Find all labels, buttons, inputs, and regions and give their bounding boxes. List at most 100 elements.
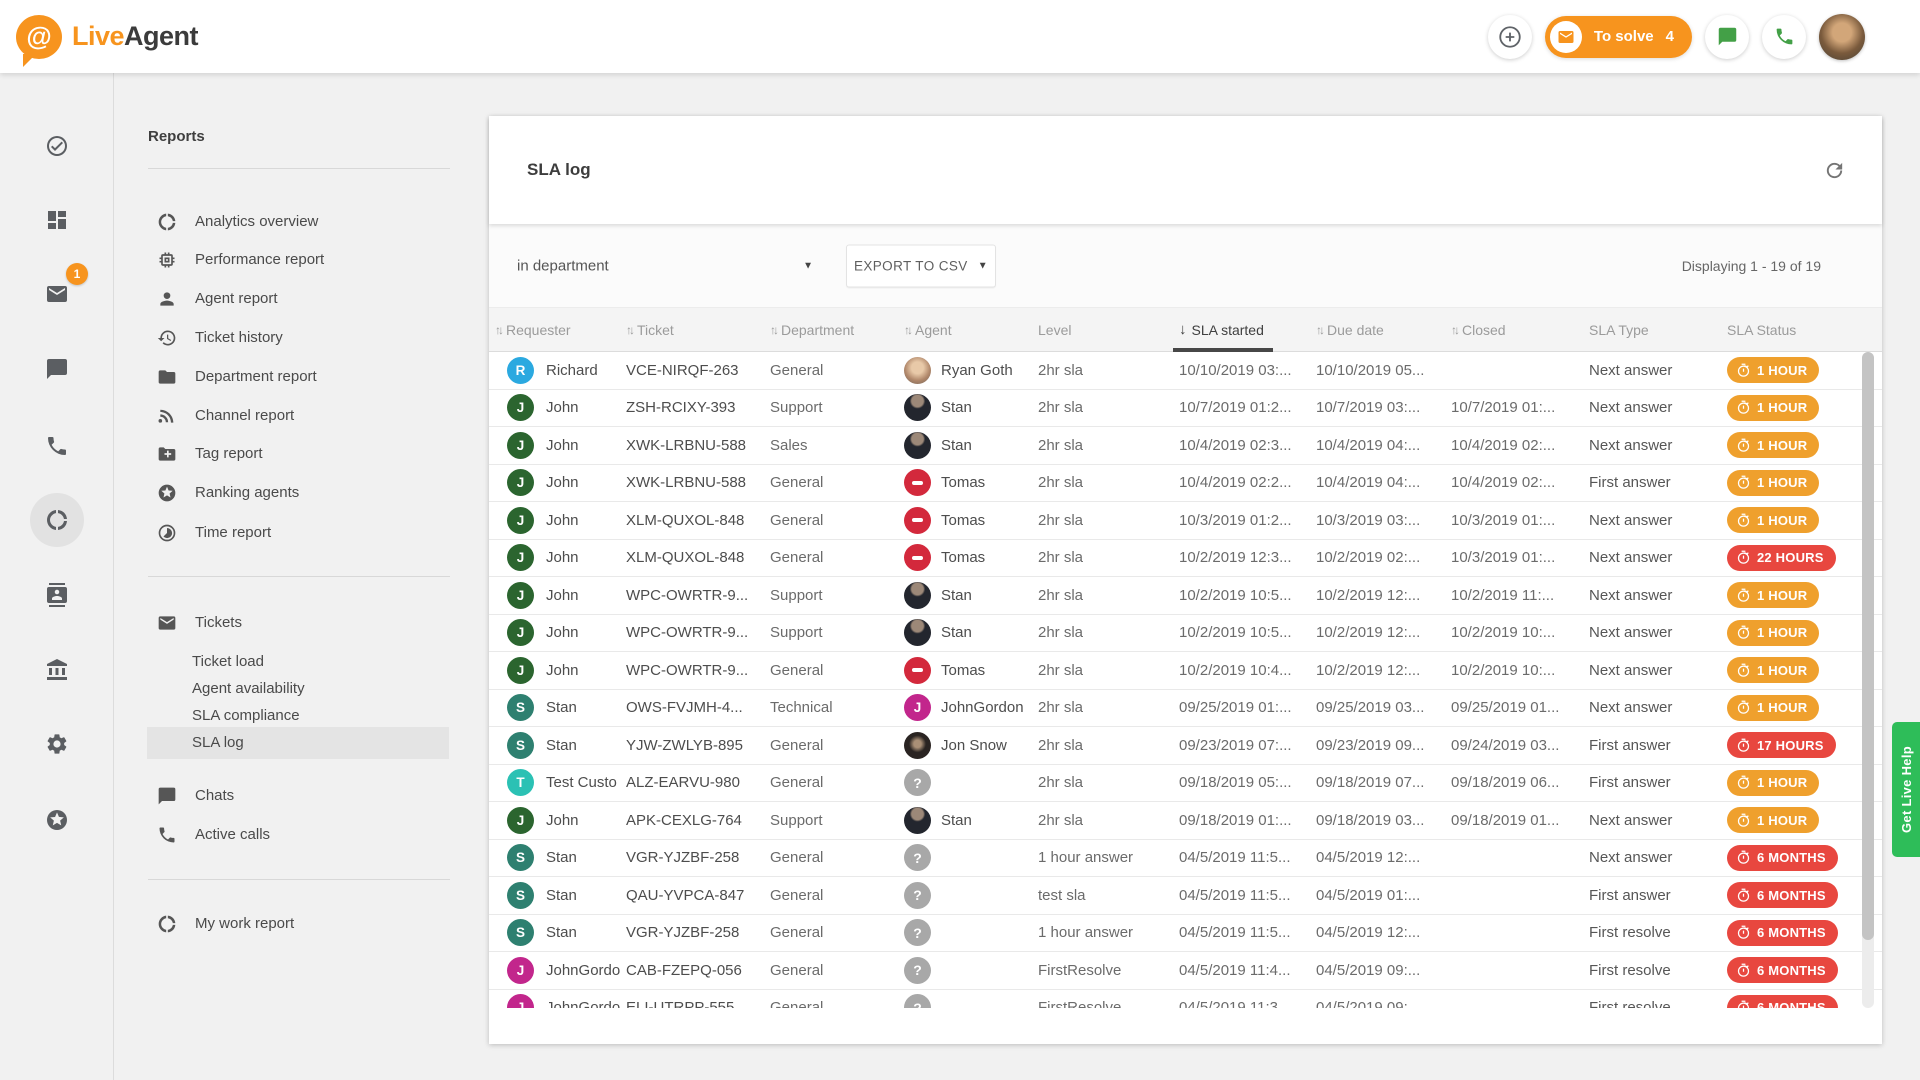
- chats-button[interactable]: [1705, 15, 1749, 59]
- refresh-button[interactable]: [1822, 158, 1846, 182]
- sidebar-item-agent-report[interactable]: Agent report: [114, 287, 489, 311]
- sla-status-badge: 1 HOUR: [1727, 432, 1819, 458]
- table-row[interactable]: JJohnWPC-OWRTR-9...GeneralTomas2hr sla10…: [489, 652, 1882, 690]
- cell-department: General: [770, 849, 904, 866]
- table-row[interactable]: SStanQAU-YVPCA-847General?test sla04/5/2…: [489, 877, 1882, 915]
- sla-status-badge: 1 HOUR: [1727, 620, 1819, 646]
- column-header-requester[interactable]: ↑↓Requester: [489, 308, 626, 351]
- table-row[interactable]: JJohnXLM-QUXOL-848GeneralTomas2hr sla10/…: [489, 502, 1882, 540]
- cell-agent: Ryan Goth: [904, 357, 1038, 384]
- cell-department: Sales: [770, 437, 904, 454]
- table-row[interactable]: JJohnWPC-OWRTR-9...SupportStan2hr sla10/…: [489, 615, 1882, 653]
- stars-icon: [45, 819, 69, 836]
- cell-department: General: [770, 549, 904, 566]
- cell-ticket: WPC-OWRTR-9...: [626, 662, 770, 679]
- table-row[interactable]: JJohnAPK-CEXLG-764SupportStan2hr sla09/1…: [489, 802, 1882, 840]
- sidebar-item-active-calls[interactable]: Active calls: [114, 823, 489, 847]
- sidebar-item-analytics-overview[interactable]: Analytics overview: [114, 210, 489, 234]
- sidebar-item-ticket-history[interactable]: Ticket history: [114, 326, 489, 350]
- table-row[interactable]: SStanVGR-YJZBF-258General?1 hour answer0…: [489, 840, 1882, 878]
- table-row[interactable]: SStanVGR-YJZBF-258General?1 hour answer0…: [489, 915, 1882, 953]
- sidebar-item-channel-report[interactable]: Channel report: [114, 404, 489, 428]
- table-row[interactable]: TTest CustoALZ-EARVU-980General?2hr sla0…: [489, 765, 1882, 803]
- sidebar-subitem-sla-log[interactable]: SLA log: [114, 729, 489, 756]
- sidebar-item-department-report[interactable]: Department report: [114, 365, 489, 389]
- table-row[interactable]: JJohnGordoCAB-FZEPQ-056General?FirstReso…: [489, 952, 1882, 990]
- cell-due-date: 10/2/2019 12:...: [1316, 624, 1451, 641]
- cell-due-date: 04/5/2019 12:...: [1316, 849, 1451, 866]
- cell-agent: Tomas: [904, 469, 1038, 496]
- table-row[interactable]: SStanYJW-ZWLYB-895GeneralJon Snow2hr sla…: [489, 727, 1882, 765]
- rail-item-calls[interactable]: [45, 434, 69, 458]
- sidebar-item-my-work-report[interactable]: My work report: [114, 912, 489, 936]
- agent-avatar: ?: [904, 844, 931, 871]
- cell-sla-started: 10/2/2019 10:4...: [1179, 662, 1316, 679]
- reports-sidebar: Reports Analytics overviewPerformance re…: [114, 73, 489, 1080]
- table-row[interactable]: JJohnWPC-OWRTR-9...SupportStan2hr sla10/…: [489, 577, 1882, 615]
- sidebar-item-time-report[interactable]: Time report: [114, 521, 489, 545]
- table-row[interactable]: JJohnXWK-LRBNU-588SalesStan2hr sla10/4/2…: [489, 427, 1882, 465]
- column-header-due-date[interactable]: ↑↓Due date: [1316, 308, 1451, 351]
- table-row[interactable]: SStanOWS-FVJMH-4...TechnicalJJohnGordon2…: [489, 690, 1882, 728]
- rail-item-tickets[interactable]: [45, 282, 69, 306]
- sidebar-item-performance-report[interactable]: Performance report: [114, 248, 489, 272]
- scrollbar-thumb[interactable]: [1862, 352, 1874, 940]
- rail-item-chats[interactable]: [45, 357, 69, 381]
- requester-avatar: J: [507, 582, 534, 609]
- cell-sla-started: 04/5/2019 11:5...: [1179, 924, 1316, 941]
- cell-closed: 10/4/2019 02:...: [1451, 474, 1589, 491]
- column-header-closed[interactable]: ↑↓Closed: [1451, 308, 1589, 351]
- sidebar-item-tickets[interactable]: Tickets: [114, 611, 489, 635]
- agent-avatar: [904, 582, 931, 609]
- donut-icon: [157, 914, 177, 934]
- rail-item-reports[interactable]: [45, 508, 69, 532]
- column-header-ticket[interactable]: ↑↓Ticket: [626, 308, 770, 351]
- department-filter-select[interactable]: in department ▼: [517, 257, 813, 274]
- column-header-department[interactable]: ↑↓Department: [770, 308, 904, 351]
- sidebar-item-chats[interactable]: Chats: [114, 784, 489, 808]
- sidebar-item-ranking-agents[interactable]: Ranking agents: [114, 481, 489, 505]
- cell-due-date: 10/2/2019 02:...: [1316, 549, 1451, 566]
- calls-button[interactable]: [1762, 15, 1806, 59]
- rail-item-rewards[interactable]: [45, 808, 69, 832]
- sidebar-item-tag-report[interactable]: Tag report: [114, 442, 489, 466]
- cell-sla-type: First resolve: [1589, 999, 1727, 1008]
- cell-ticket: XWK-LRBNU-588: [626, 474, 770, 491]
- sla-status-badge: 6 MONTHS: [1727, 845, 1838, 871]
- table-row[interactable]: RRichardVCE-NIRQF-263GeneralRyan Goth2hr…: [489, 352, 1882, 390]
- column-label: Closed: [1462, 322, 1506, 338]
- cell-sla-status: 1 HOUR: [1727, 620, 1882, 646]
- sidebar-subitem-sla-compliance[interactable]: SLA compliance: [114, 702, 489, 729]
- rail-item-contacts[interactable]: [45, 583, 69, 607]
- requester-name: Test Custo: [546, 774, 617, 791]
- table-row[interactable]: JJohnXLM-QUXOL-848GeneralTomas2hr sla10/…: [489, 540, 1882, 578]
- sidebar-item-label: Time report: [195, 521, 271, 545]
- vertical-scrollbar[interactable]: [1862, 352, 1874, 1008]
- table-row[interactable]: JJohnGordoELI-UTRPP-555General?FirstReso…: [489, 990, 1882, 1009]
- rail-item-company[interactable]: [45, 658, 69, 682]
- column-header-agent[interactable]: ↑↓Agent: [904, 308, 1038, 351]
- cell-sla-status: 1 HOUR: [1727, 507, 1882, 533]
- column-header-sla-started[interactable]: ↓SLA started: [1179, 308, 1316, 351]
- user-avatar[interactable]: [1819, 14, 1865, 60]
- cell-ticket: XLM-QUXOL-848: [626, 549, 770, 566]
- rail-item-settings[interactable]: [45, 732, 69, 756]
- cell-sla-type: First resolve: [1589, 962, 1727, 979]
- table-row[interactable]: JJohnZSH-RCIXY-393SupportStan2hr sla10/7…: [489, 390, 1882, 428]
- export-csv-button[interactable]: EXPORT TO CSV ▼: [846, 244, 996, 287]
- sidebar-subitem-agent-availability[interactable]: Agent availability: [114, 675, 489, 702]
- requester-name: Stan: [546, 849, 577, 866]
- cell-ticket: VCE-NIRQF-263: [626, 362, 770, 379]
- add-button[interactable]: [1488, 15, 1532, 59]
- cell-department: Technical: [770, 699, 904, 716]
- get-live-help-tab[interactable]: Get Live Help: [1892, 722, 1920, 857]
- column-label: SLA Status: [1727, 322, 1796, 338]
- to-solve-button[interactable]: To solve 4: [1545, 16, 1692, 58]
- cell-requester: JJohn: [489, 469, 626, 496]
- cell-sla-started: 04/5/2019 11:3...: [1179, 999, 1316, 1008]
- table-row[interactable]: JJohnXWK-LRBNU-588GeneralTomas2hr sla10/…: [489, 465, 1882, 503]
- sidebar-subitem-ticket-load[interactable]: Ticket load: [114, 648, 489, 675]
- rail-item-dashboard[interactable]: [45, 208, 69, 232]
- cell-agent: Jon Snow: [904, 732, 1038, 759]
- rail-item-tasks[interactable]: [45, 134, 69, 158]
